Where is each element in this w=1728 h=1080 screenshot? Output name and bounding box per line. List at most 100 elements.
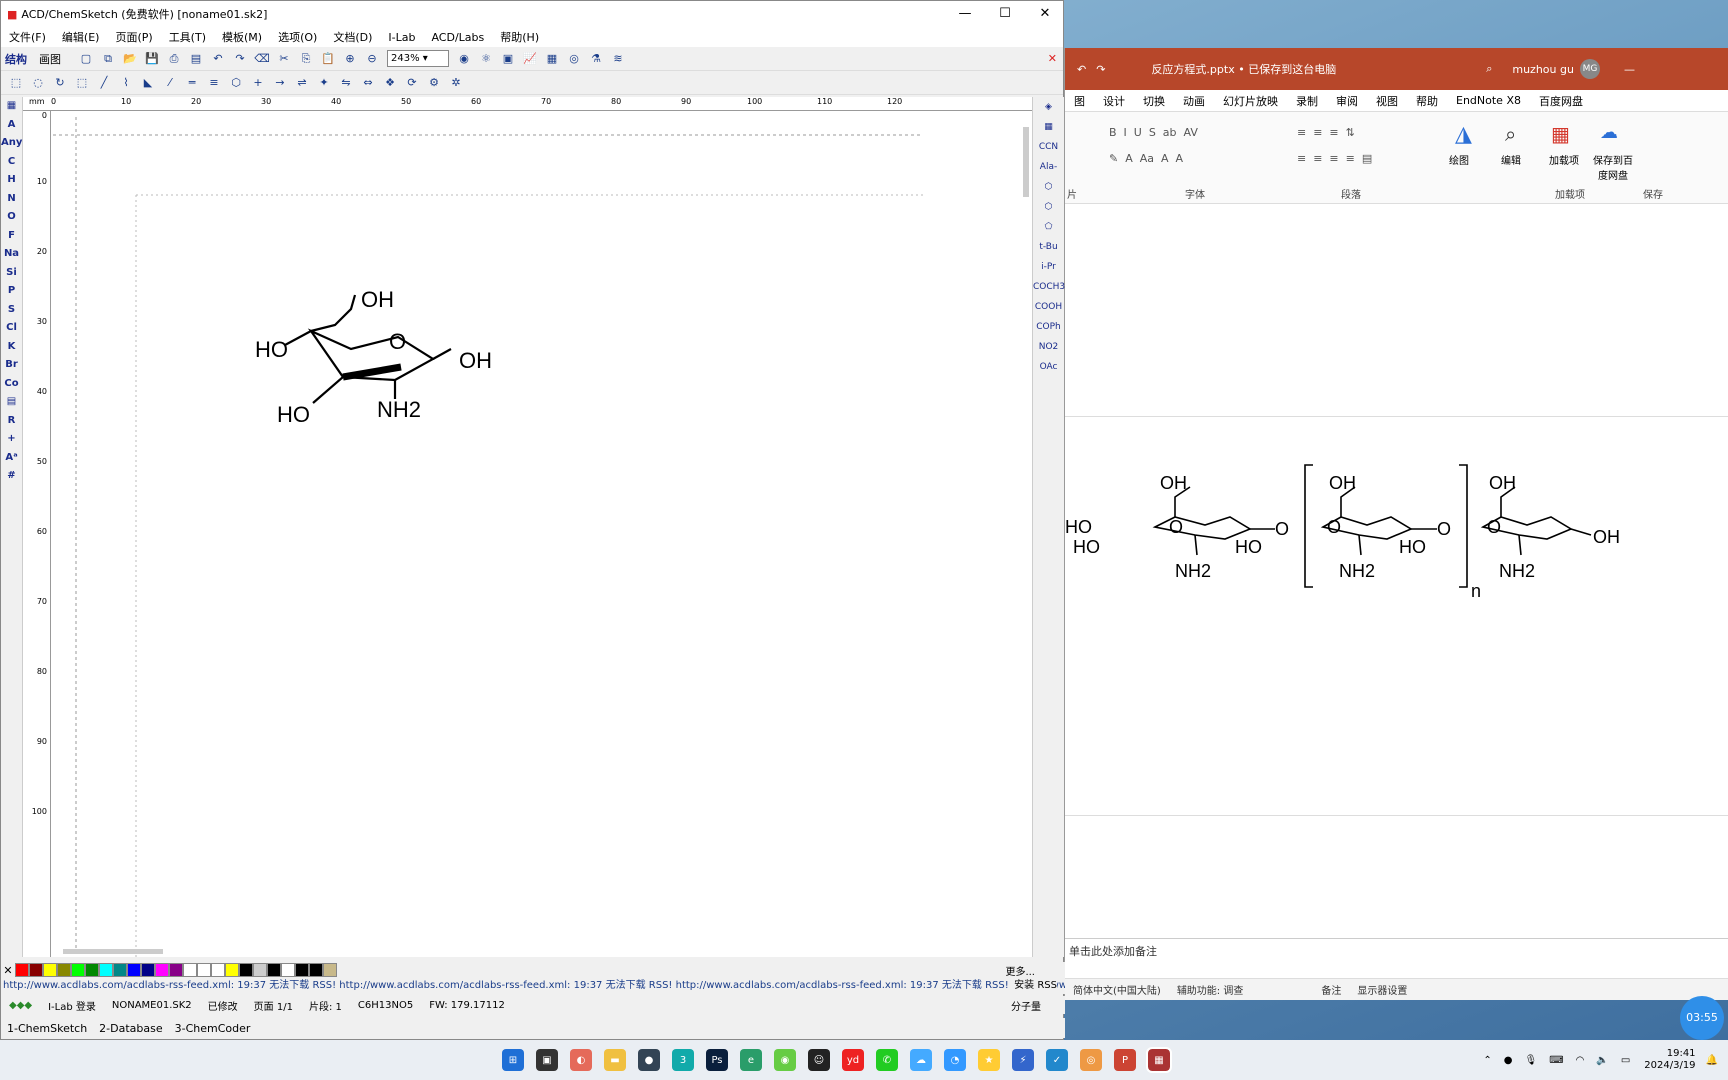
color-swatch[interactable] bbox=[281, 963, 295, 977]
group-button[interactable]: COCH3 bbox=[1033, 277, 1065, 297]
group-button[interactable]: Ala- bbox=[1033, 157, 1064, 177]
task-view-icon[interactable]: ▣ bbox=[536, 1049, 558, 1071]
youdao-icon[interactable]: yd bbox=[842, 1049, 864, 1071]
menu-item[interactable]: 选项(O) bbox=[278, 29, 317, 45]
ppt-tab[interactable]: 图 bbox=[1074, 93, 1085, 109]
group-button[interactable]: t-Bu bbox=[1033, 237, 1064, 257]
menu-item[interactable]: 帮助(H) bbox=[500, 29, 539, 45]
group-icon[interactable]: ❖ bbox=[381, 75, 399, 91]
3d-viewer-icon[interactable]: ◉ bbox=[455, 51, 473, 67]
slide[interactable]: OH OH OH O O O HO HO HO HO O O OH NH2 NH… bbox=[1065, 416, 1728, 816]
triple-bond-icon[interactable]: ≡ bbox=[205, 75, 223, 91]
powerpoint-icon[interactable]: P bbox=[1114, 1049, 1136, 1071]
3d-optimize-icon[interactable]: ⟳ bbox=[403, 75, 421, 91]
benzene-icon[interactable]: ⬡ bbox=[1033, 177, 1064, 197]
group-button[interactable]: CCN bbox=[1033, 137, 1064, 157]
paste-icon[interactable]: 📋 bbox=[319, 51, 337, 67]
ppt-tab[interactable]: 设计 bbox=[1103, 93, 1125, 109]
atom-button[interactable]: Na bbox=[1, 245, 22, 264]
new-window-icon[interactable]: ⧉ bbox=[99, 51, 117, 67]
menu-item[interactable]: 页面(P) bbox=[115, 29, 152, 45]
minimize-icon[interactable]: — bbox=[1624, 63, 1635, 76]
ppt-tab[interactable]: 审阅 bbox=[1336, 93, 1358, 109]
app-icon[interactable]: ◔ bbox=[944, 1049, 966, 1071]
atom-button[interactable]: Any bbox=[1, 134, 22, 153]
check-icon[interactable]: ✲ bbox=[447, 75, 465, 91]
table-icon[interactable]: ▦ bbox=[543, 51, 561, 67]
wedge-icon[interactable]: ◣ bbox=[139, 75, 157, 91]
tray-app-icon[interactable]: ● bbox=[1504, 1055, 1513, 1066]
menu-item[interactable]: 工具(T) bbox=[169, 29, 206, 45]
periodic-table-icon[interactable]: ▦ bbox=[1, 97, 22, 116]
color-swatch[interactable] bbox=[155, 963, 169, 977]
color-swatch[interactable] bbox=[183, 963, 197, 977]
atom-button[interactable]: A bbox=[1, 116, 22, 135]
marquee-icon[interactable]: ⬚ bbox=[73, 75, 91, 91]
menu-item[interactable]: ACD/Labs bbox=[431, 31, 484, 44]
pdf-icon[interactable]: ▤ bbox=[187, 51, 205, 67]
color-swatch[interactable] bbox=[85, 963, 99, 977]
save-icon[interactable]: 💾 bbox=[143, 51, 161, 67]
double-bond-icon[interactable]: ═ bbox=[183, 75, 201, 91]
notification-icon[interactable]: 🔔 bbox=[1706, 1055, 1718, 1066]
charge-plus-icon[interactable]: + bbox=[249, 75, 267, 91]
tautomer-icon[interactable]: ⚙ bbox=[425, 75, 443, 91]
group-button[interactable]: NO2 bbox=[1033, 337, 1064, 357]
cyclopentane-icon[interactable]: ⬠ bbox=[1033, 217, 1064, 237]
maximize-icon[interactable]: ☐ bbox=[985, 1, 1025, 27]
atom-button[interactable]: R bbox=[1, 412, 22, 431]
color-swatch[interactable] bbox=[309, 963, 323, 977]
menu-item[interactable]: 文件(F) bbox=[9, 29, 46, 45]
new-icon[interactable]: ▢ bbox=[77, 51, 95, 67]
tab-chemsketch[interactable]: 1-ChemSketch bbox=[7, 1022, 87, 1035]
close-icon[interactable]: ✕ bbox=[1025, 1, 1065, 27]
baidu-cloud-icon[interactable]: ☁ bbox=[910, 1049, 932, 1071]
color-swatch[interactable] bbox=[295, 963, 309, 977]
language-status[interactable]: 简体中文(中国大陆) bbox=[1073, 982, 1161, 997]
clock[interactable]: 19:41 2024/3/19 bbox=[1644, 1048, 1695, 1072]
atom-button[interactable]: Br bbox=[1, 356, 22, 375]
flip-icon[interactable]: ⇋ bbox=[337, 75, 355, 91]
baidu-cloud-icon[interactable]: ☁ bbox=[1600, 122, 1618, 143]
inchi-icon[interactable]: ≋ bbox=[609, 51, 627, 67]
ppt-tab[interactable]: 帮助 bbox=[1416, 93, 1438, 109]
font-color-icons[interactable]: ✎ A Aa A A bbox=[1109, 152, 1183, 165]
atom-button[interactable]: Si bbox=[1, 264, 22, 283]
photoshop-icon[interactable]: Ps bbox=[706, 1049, 728, 1071]
ppt-tab[interactable]: EndNote X8 bbox=[1456, 94, 1521, 107]
notes-field[interactable]: 单击此处添加备注 bbox=[1065, 938, 1728, 962]
atom-button[interactable]: K bbox=[1, 338, 22, 357]
color-swatch[interactable] bbox=[225, 963, 239, 977]
atom-button[interactable]: P bbox=[1, 282, 22, 301]
app-icon[interactable]: 3 bbox=[672, 1049, 694, 1071]
ppt-tab[interactable]: 视图 bbox=[1376, 93, 1398, 109]
zoom-out-icon[interactable]: ⊖ bbox=[363, 51, 381, 67]
tab-database[interactable]: 2-Database bbox=[99, 1022, 162, 1035]
atom-button[interactable]: N bbox=[1, 190, 22, 209]
atom-button[interactable]: O bbox=[1, 208, 22, 227]
atom-label-icon[interactable]: Aᵃ bbox=[1, 449, 22, 468]
edit-button[interactable]: 编辑 bbox=[1501, 152, 1521, 167]
abc-text-icon[interactable]: ▤ bbox=[1, 393, 22, 412]
app-icon[interactable]: ✓ bbox=[1046, 1049, 1068, 1071]
color-swatch[interactable] bbox=[197, 963, 211, 977]
eraser-icon[interactable]: ⌫ bbox=[253, 51, 271, 67]
chevron-up-icon[interactable]: ⌃ bbox=[1483, 1055, 1491, 1066]
horizontal-scrollbar[interactable] bbox=[63, 949, 163, 954]
accessibility-status[interactable]: 辅助功能: 调查 bbox=[1177, 982, 1244, 997]
lasso-icon[interactable]: ◌ bbox=[29, 75, 47, 91]
menu-item[interactable]: I-Lab bbox=[388, 31, 415, 44]
atom-button[interactable]: C bbox=[1, 153, 22, 172]
cut-icon[interactable]: ✂ bbox=[275, 51, 293, 67]
vertical-scrollbar[interactable] bbox=[1023, 127, 1029, 197]
avatar[interactable]: MG bbox=[1579, 59, 1600, 79]
color-swatch[interactable] bbox=[29, 963, 43, 977]
search-icon[interactable]: ⌕ bbox=[1486, 62, 1492, 76]
color-swatch[interactable] bbox=[71, 963, 85, 977]
edge-icon[interactable]: e bbox=[740, 1049, 762, 1071]
group-button[interactable]: COOH bbox=[1033, 297, 1064, 317]
chrome-icon[interactable]: ◎ bbox=[1080, 1049, 1102, 1071]
page-indicator[interactable]: 页面 1/1 bbox=[254, 998, 293, 1013]
ppt-tab[interactable]: 幻灯片放映 bbox=[1223, 93, 1278, 109]
ring-icon[interactable]: ⬡ bbox=[227, 75, 245, 91]
